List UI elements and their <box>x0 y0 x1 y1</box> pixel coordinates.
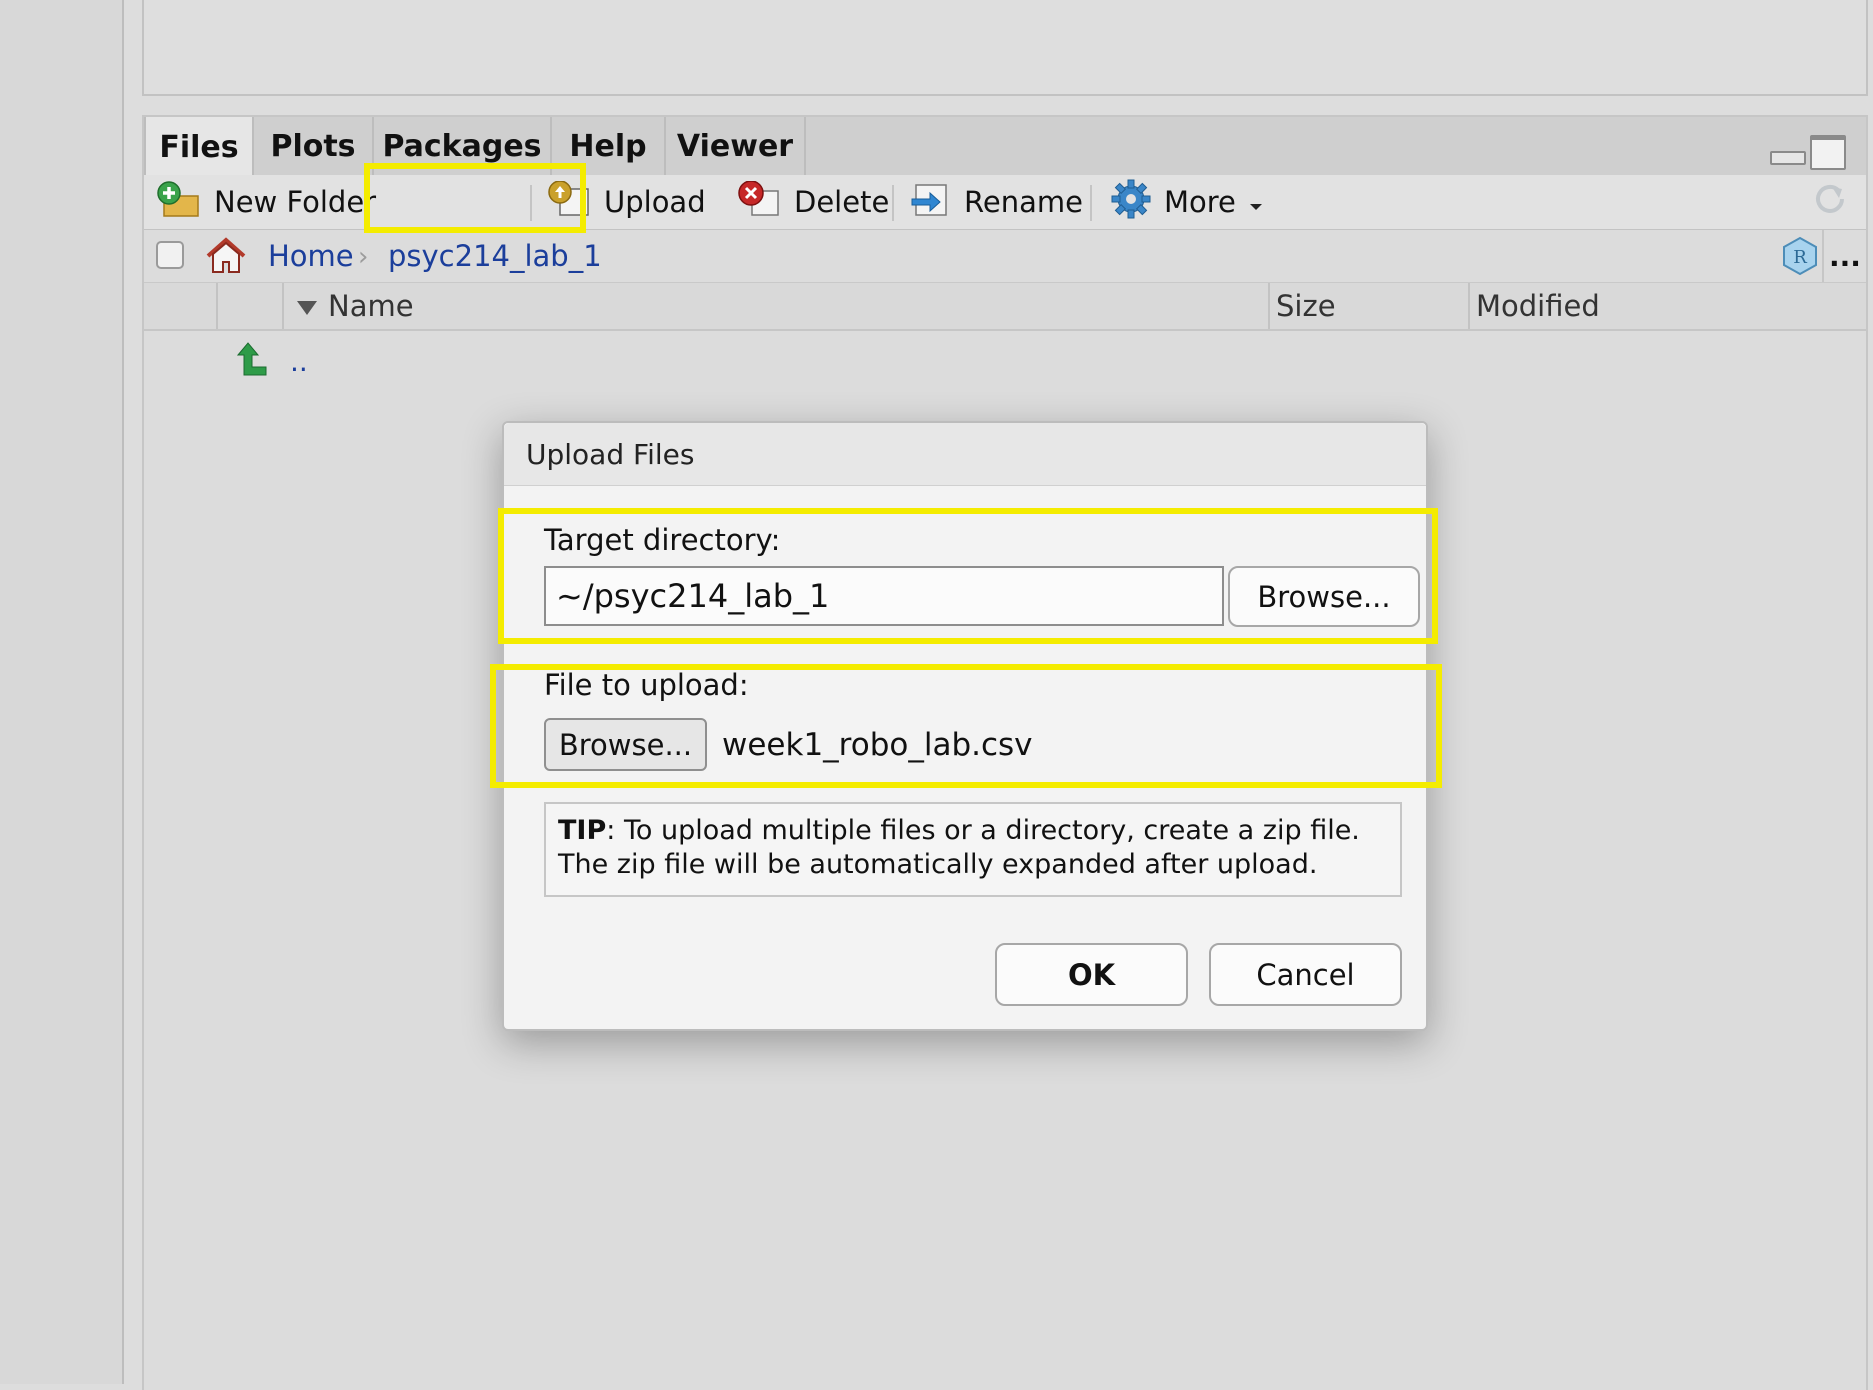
file-list-header: Name Size Modified <box>144 283 1866 331</box>
tab-plots[interactable]: Plots <box>254 117 374 175</box>
column-divider <box>216 283 218 329</box>
target-directory-label: Target directory: <box>544 523 781 557</box>
up-arrow-icon <box>234 341 270 381</box>
delete-button[interactable]: Delete <box>738 175 889 229</box>
column-name-label: Name <box>328 289 414 323</box>
browse-directory-button[interactable]: Browse... <box>1228 566 1420 627</box>
tab-help[interactable]: Help <box>552 117 666 175</box>
r-project-icon[interactable]: R <box>1780 236 1820 280</box>
upload-button[interactable]: Upload <box>548 175 706 229</box>
target-directory-input[interactable] <box>544 566 1224 626</box>
column-divider <box>1268 283 1270 329</box>
select-all-checkbox[interactable] <box>156 241 184 269</box>
tab-files[interactable]: Files <box>144 117 254 177</box>
rename-icon <box>908 181 952 224</box>
column-name[interactable]: Name <box>296 283 414 329</box>
tab-packages[interactable]: Packages <box>374 117 552 175</box>
refresh-icon <box>1810 179 1850 226</box>
column-size[interactable]: Size <box>1276 283 1336 329</box>
toolbar-separator <box>530 185 532 221</box>
breadcrumb-separator: › <box>358 242 369 272</box>
top-pane <box>142 0 1868 96</box>
column-divider <box>282 283 284 329</box>
column-modified[interactable]: Modified <box>1476 283 1600 329</box>
cancel-button[interactable]: Cancel <box>1209 943 1402 1006</box>
gear-icon <box>1110 178 1152 227</box>
column-divider <box>1468 283 1470 329</box>
minimize-pane-button[interactable] <box>1770 151 1806 165</box>
sort-desc-icon <box>296 289 318 323</box>
file-to-upload-label: File to upload: <box>544 668 749 702</box>
parent-directory-row[interactable]: .. <box>234 335 308 387</box>
toolbar-separator <box>1090 185 1092 221</box>
toolbar-separator <box>892 185 894 221</box>
tip-text: : To upload multiple files or a director… <box>558 815 1360 880</box>
browse-file-button[interactable]: Browse... <box>544 718 707 771</box>
dialog-title: Upload Files <box>504 423 1426 486</box>
selected-file-name: week1_robo_lab.csv <box>722 727 1033 763</box>
path-overflow-button[interactable]: ... <box>1822 230 1866 282</box>
breadcrumb-current[interactable]: psyc214_lab_1 <box>388 230 602 282</box>
rename-button[interactable]: Rename <box>908 175 1083 229</box>
more-label: More <box>1164 185 1236 219</box>
delete-label: Delete <box>794 185 890 219</box>
more-menu-button[interactable]: More <box>1110 175 1264 229</box>
svg-text:R: R <box>1793 247 1807 268</box>
ok-button[interactable]: OK <box>995 943 1188 1006</box>
pane-tabbar: Files Plots Packages Help Viewer <box>144 117 1866 177</box>
home-icon[interactable] <box>204 236 248 280</box>
new-folder-label: New Folder <box>214 185 377 219</box>
tip-box: TIP: To upload multiple files or a direc… <box>544 802 1402 897</box>
refresh-button[interactable] <box>1810 175 1850 229</box>
new-folder-button[interactable]: New Folder <box>156 175 376 229</box>
files-toolbar: New Folder Upload Delete Rename More <box>144 175 1866 230</box>
maximize-pane-button[interactable] <box>1810 135 1846 170</box>
breadcrumb-home[interactable]: Home <box>268 230 354 282</box>
rename-label: Rename <box>964 185 1083 219</box>
upload-icon <box>548 179 592 224</box>
parent-directory-link[interactable]: .. <box>290 345 308 378</box>
path-bar: Home › psyc214_lab_1 R ... <box>144 230 1866 284</box>
upload-files-dialog: Upload Files Target directory: Browse...… <box>502 421 1428 1031</box>
tab-viewer[interactable]: Viewer <box>666 117 806 175</box>
delete-icon <box>738 179 782 224</box>
upload-label: Upload <box>604 185 706 219</box>
tip-bold: TIP <box>558 815 607 846</box>
left-pane-strip <box>0 0 124 1384</box>
new-folder-icon <box>156 180 202 225</box>
caret-down-icon <box>1248 185 1264 219</box>
